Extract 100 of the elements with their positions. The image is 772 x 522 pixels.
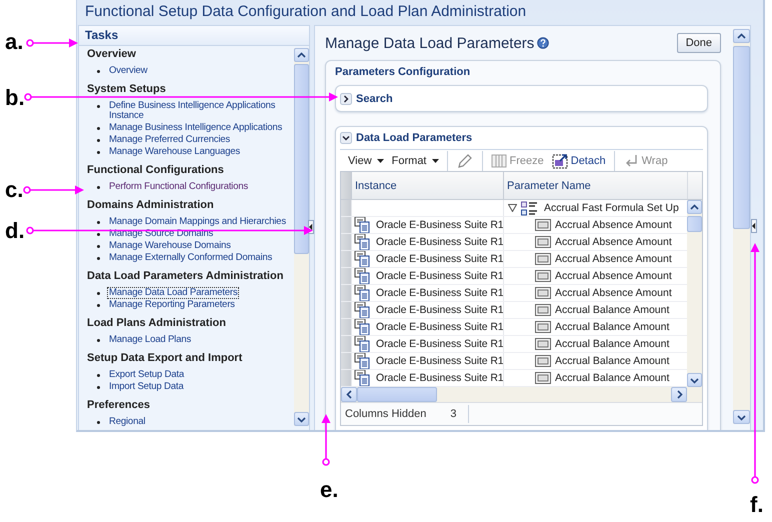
scroll-down-button[interactable]	[294, 412, 310, 426]
section-heading: Preferences	[87, 398, 151, 413]
table-cell: Oracle E-Business Suite R1	[376, 303, 503, 317]
task-link[interactable]: Perform Functional Configurations	[107, 181, 250, 193]
bullet-icon	[97, 339, 100, 342]
field-icon	[535, 253, 551, 265]
pencil-icon	[456, 152, 474, 169]
scroll-up-button[interactable]	[733, 29, 750, 43]
task-link[interactable]: Export Setup Data	[107, 369, 186, 381]
left-triangle-icon	[752, 222, 756, 230]
task-link[interactable]: Manage Domain Mappings and Hierarchies	[107, 216, 288, 228]
callout-label: f.	[750, 493, 764, 517]
table-cell: Accrual Balance Amount	[555, 354, 670, 368]
scroll-right-button[interactable]	[671, 387, 687, 402]
field-icon	[535, 270, 551, 282]
scrollbar-thumb[interactable]	[294, 64, 310, 254]
table-cell: Accrual Absence Amount	[555, 286, 672, 300]
menu-button[interactable]: View	[344, 151, 388, 170]
field-icon	[535, 287, 551, 299]
row-header-cell[interactable]	[341, 200, 351, 216]
task-link[interactable]: Manage Preferred Currencies	[107, 134, 232, 146]
scroll-up-button[interactable]	[294, 48, 310, 62]
row-header-cell[interactable]	[341, 234, 351, 250]
horizontal-scrollbar[interactable]	[341, 387, 702, 402]
leader-line	[26, 38, 78, 48]
section-heading: Functional Configurations	[87, 163, 225, 178]
column-header[interactable]: Instance	[351, 172, 503, 199]
collapse-icon[interactable]	[508, 204, 517, 212]
task-link[interactable]: Manage Reporting Parameters	[107, 299, 237, 311]
column-header[interactable]: Parameter Name	[503, 172, 687, 199]
task-link[interactable]: Manage Externally Conformed Domains	[107, 252, 274, 264]
field-icon	[535, 338, 551, 350]
scroll-down-button[interactable]	[733, 410, 750, 424]
section-heading: Domains Administration	[87, 198, 215, 213]
scroll-up-button[interactable]	[687, 200, 702, 214]
callout-label: e.	[320, 478, 338, 502]
table-cell: Accrual Balance Amount	[555, 371, 670, 385]
field-icon	[535, 304, 551, 316]
field-icon	[535, 236, 551, 248]
row-header-cell[interactable]	[341, 285, 351, 301]
section-heading: Load Plans Administration	[87, 316, 227, 331]
scrollbar-thumb[interactable]	[357, 387, 437, 402]
field-icon	[535, 321, 551, 333]
row-header-cell[interactable]	[341, 370, 351, 386]
row-header-cell[interactable]	[341, 302, 351, 318]
task-link[interactable]: Manage Load Plans	[107, 334, 193, 346]
detach-icon	[552, 152, 568, 168]
table-cell: Oracle E-Business Suite R1	[376, 286, 503, 300]
vertical-scrollbar[interactable]	[733, 29, 750, 424]
bullet-icon	[97, 245, 100, 248]
toolbar-button[interactable]: Detach	[548, 151, 610, 170]
done-button[interactable]: Done	[676, 33, 721, 53]
scrollbar-thumb[interactable]	[733, 46, 750, 229]
table-cell: Oracle E-Business Suite R1	[376, 371, 503, 385]
panel-title: Parameters Configuration	[335, 65, 472, 80]
columns-icon	[490, 152, 506, 168]
task-link[interactable]: Manage Source Domains	[107, 228, 216, 240]
table-cell: Accrual Balance Amount	[555, 320, 670, 334]
row-header-cell[interactable]	[341, 336, 351, 352]
table-cell: Accrual Absence Amount	[555, 252, 672, 266]
row-header-cell[interactable]	[341, 319, 351, 335]
row-header-cell[interactable]	[341, 251, 351, 267]
table-cell: Oracle E-Business Suite R1	[376, 235, 503, 249]
collapse-handle[interactable]	[751, 219, 757, 233]
task-link[interactable]: Regional	[107, 416, 148, 428]
section-heading: Overview	[87, 47, 137, 62]
menu-button[interactable]: Format	[388, 151, 442, 170]
task-link[interactable]: Manage Warehouse Domains	[107, 240, 233, 252]
scrollbar-thumb[interactable]	[687, 216, 702, 232]
task-link[interactable]: Define Business Intelligence Applications Instance	[107, 100, 294, 122]
task-link[interactable]: Overview	[107, 65, 150, 77]
bullet-icon	[97, 304, 100, 307]
bullet-icon	[97, 386, 100, 389]
bullet-icon	[97, 105, 100, 108]
row-header-cell[interactable]	[341, 217, 351, 233]
row-header-cell[interactable]	[341, 353, 351, 369]
caret-icon	[376, 158, 384, 162]
bullet-icon	[97, 127, 100, 130]
task-link[interactable]: Manage Business Intelligence Applications	[107, 122, 284, 134]
section-title[interactable]: Search	[356, 92, 393, 104]
task-link[interactable]: Manage Data Load Parameters	[107, 287, 240, 299]
section-heading: Data Load Parameters Administration	[87, 269, 284, 284]
help-icon[interactable]	[537, 37, 550, 49]
expand-icon[interactable]	[340, 92, 352, 104]
callout-label: b.	[5, 86, 25, 110]
caret-icon	[432, 158, 438, 162]
scroll-left-button[interactable]	[341, 387, 357, 402]
vertical-scrollbar[interactable]	[687, 200, 702, 387]
task-link[interactable]: Manage Warehouse Languages	[107, 146, 242, 158]
vertical-scrollbar[interactable]	[294, 48, 310, 426]
bullet-icon	[97, 139, 100, 142]
collapse-icon[interactable]	[340, 132, 352, 144]
leader-line	[23, 186, 84, 194]
row-header-cell	[341, 172, 351, 199]
bullet-icon	[97, 292, 100, 295]
bullet-icon	[97, 421, 100, 424]
task-link[interactable]: Import Setup Data	[107, 381, 186, 393]
scroll-down-button[interactable]	[687, 373, 702, 387]
row-header-cell[interactable]	[341, 268, 351, 284]
status-label: Columns Hidden	[345, 408, 426, 420]
